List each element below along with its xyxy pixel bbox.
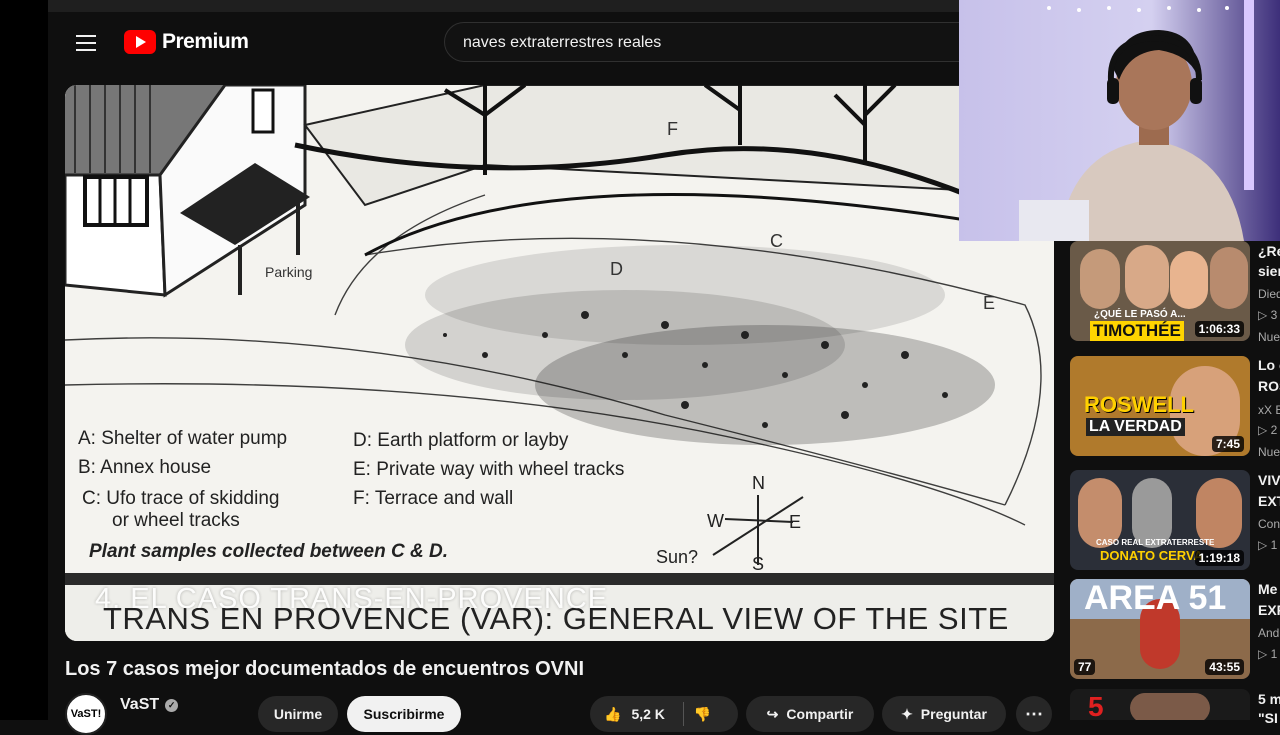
chapter-overlay-title: 4. EL CASO TRANS-EN-PROVENCE: [95, 583, 609, 615]
rec-thumbnail-4[interactable]: AREA 51 77 43:55: [1070, 579, 1250, 679]
rec-thumbnail-2[interactable]: ROSWELL LA VERDAD 7:45: [1070, 356, 1250, 456]
svg-text:D: D: [610, 259, 623, 279]
search-input[interactable]: [461, 23, 971, 63]
legend-d: D: Earth platform or layby: [353, 430, 569, 451]
svg-text:C: C: [770, 231, 783, 251]
logo-text: Premium: [162, 30, 249, 53]
duration-badge: 1:19:18: [1194, 550, 1244, 566]
duration-badge: 43:55: [1205, 659, 1244, 675]
more-actions-icon[interactable]: ⋯: [1016, 696, 1052, 732]
webcam-overlay: [959, 0, 1280, 241]
parking-label: Parking: [265, 264, 312, 280]
sun-label: Sun?: [656, 547, 698, 567]
like-divider: [682, 702, 684, 726]
rec-thumbnail-1[interactable]: ¿QUÉ LE PASÓ A... TIMOTHÉE 1:06:33: [1070, 241, 1250, 341]
svg-text:S: S: [752, 554, 764, 574]
svg-text:E: E: [983, 293, 995, 313]
subscribe-button[interactable]: Suscribirme: [347, 696, 461, 732]
svg-text:N: N: [752, 473, 765, 493]
like-dislike-group[interactable]: 👍 5,2 K 👎: [590, 696, 738, 732]
video-title: Los 7 casos mejor documentados de encuen…: [65, 658, 585, 680]
masthead-top-edge: [48, 0, 960, 12]
rec-thumbnail-5[interactable]: 5: [1070, 689, 1250, 720]
legend-c: C: Ufo trace of skidding: [82, 488, 279, 509]
legend-plant: Plant samples collected between C & D.: [89, 541, 448, 562]
search-box[interactable]: [444, 22, 984, 63]
legend-b: B: Annex house: [78, 457, 211, 478]
video-player[interactable]: Parking D C E F A: Shelter of water pump…: [65, 85, 1054, 641]
channel-name[interactable]: VaST: [120, 696, 159, 714]
verified-check-icon: ✓: [165, 698, 179, 712]
rec-title[interactable]: ¿Re: [1258, 242, 1280, 261]
legend-c2: or wheel tracks: [112, 510, 240, 531]
svg-text:W: W: [707, 511, 724, 531]
share-button[interactable]: ↪ Compartir: [746, 696, 874, 732]
youtube-play-icon: [124, 30, 156, 54]
legend-f: F: Terrace and wall: [353, 488, 513, 509]
duration-badge: 7:45: [1211, 436, 1244, 452]
rec-thumbnail-3[interactable]: CASO REAL EXTRATERRESTE DONATO CERVA 1:1…: [1070, 470, 1250, 570]
ask-button[interactable]: ✦ Preguntar: [882, 696, 1006, 732]
menu-icon[interactable]: [72, 28, 102, 58]
site-sketch-drawing: Parking D C E F A: Shelter of water pump…: [65, 85, 1054, 641]
duration-badge: 1:06:33: [1194, 321, 1244, 337]
svg-text:E: E: [789, 512, 801, 532]
legend-a: A: Shelter of water pump: [78, 428, 287, 449]
channel-name-row[interactable]: VaST ✓: [120, 696, 179, 714]
svg-text:F: F: [667, 119, 678, 139]
channel-avatar[interactable]: VaST!: [65, 693, 107, 735]
legend-e: E: Private way with wheel tracks: [353, 459, 624, 480]
join-button[interactable]: Unirme: [258, 696, 338, 732]
youtube-premium-logo[interactable]: Premium: [124, 30, 249, 54]
left-black-strip: [0, 0, 48, 720]
